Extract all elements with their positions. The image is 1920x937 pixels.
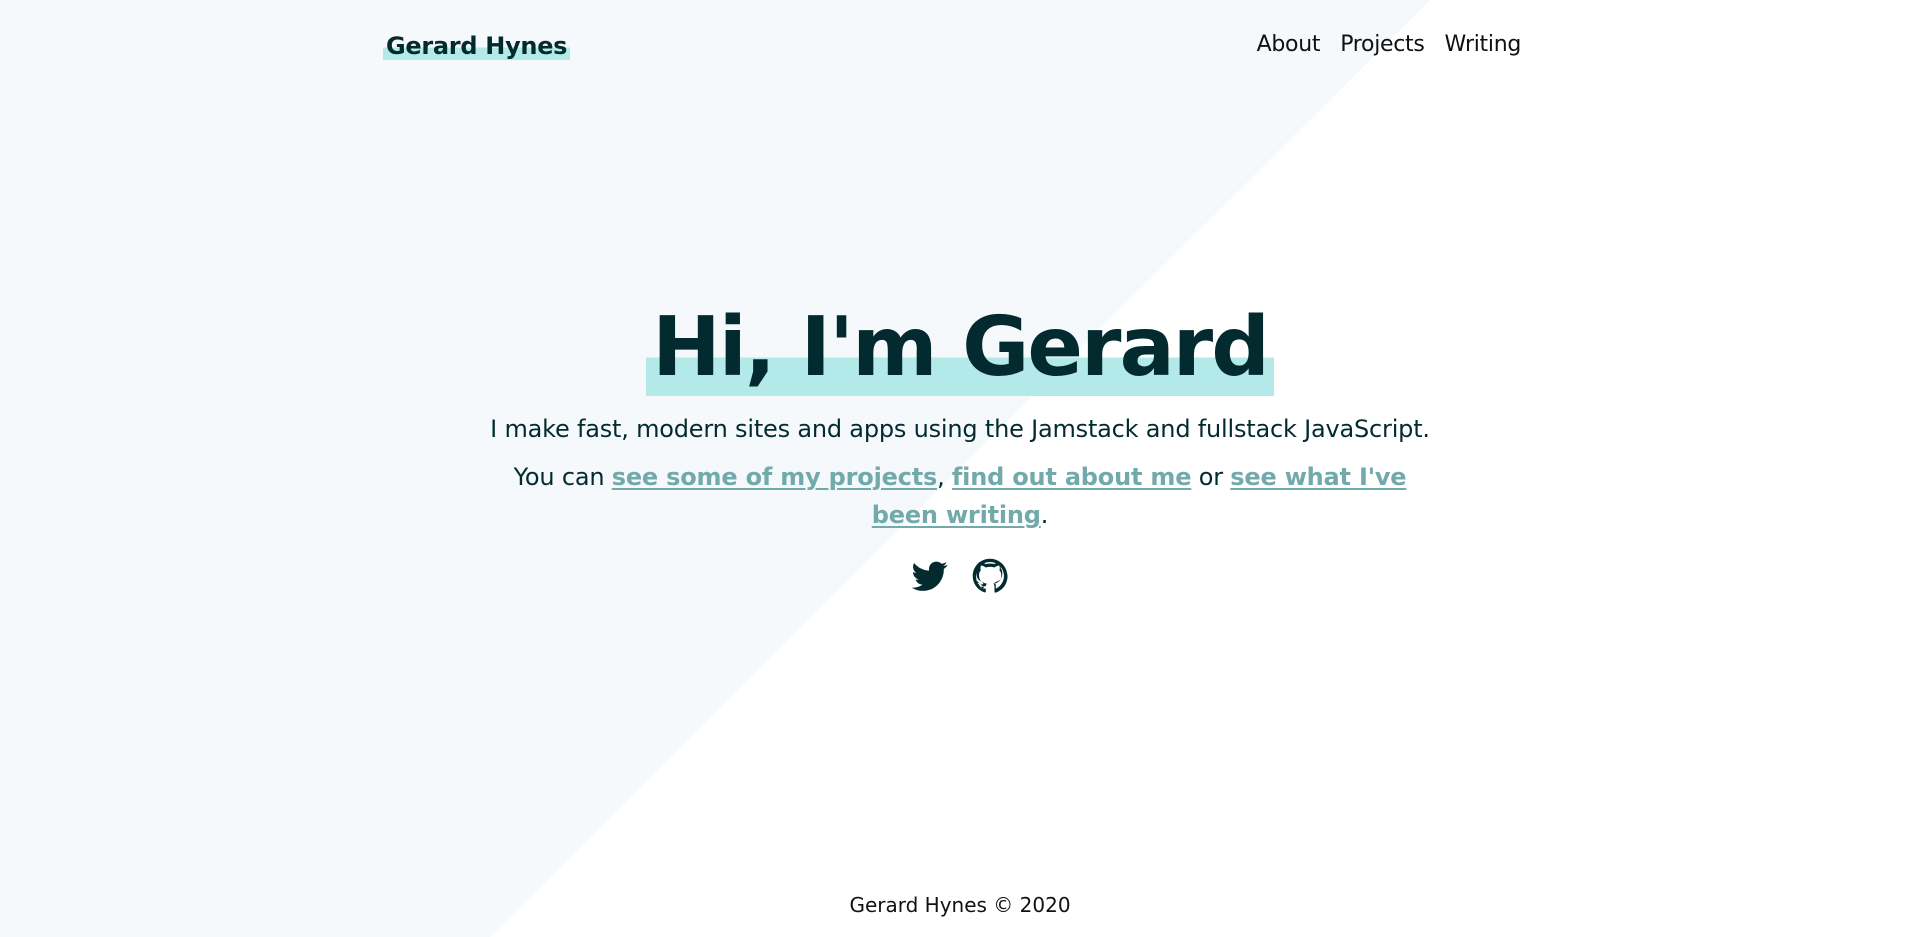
nav-projects-link[interactable]: Projects [1340,32,1425,57]
nav-writing-link[interactable]: Writing [1445,32,1522,57]
links-comma: , [937,463,952,491]
links-or: or [1191,463,1231,491]
social-links [0,558,1920,594]
nav-about-link[interactable]: About [1257,32,1321,57]
footer-copyright: Gerard Hynes © 2020 [849,893,1071,917]
projects-link[interactable]: see some of my projects [612,463,937,491]
twitter-icon [911,561,948,591]
page: Gerard Hynes About Projects Writing Hi, … [0,0,1920,937]
github-icon [972,558,1008,593]
about-link[interactable]: find out about me [952,463,1192,491]
github-link[interactable] [972,558,1008,594]
hero-section: Hi, I'm Gerard I make fast, modern sites… [0,300,1920,594]
main-nav: About Projects Writing [1257,32,1522,57]
brand-logo-link[interactable]: Gerard Hynes [383,32,571,60]
hero-links-sentence: You can see some of my projects, find ou… [500,458,1420,534]
twitter-link[interactable] [911,558,948,594]
site-footer: Gerard Hynes © 2020 [0,893,1920,917]
site-header: Gerard Hynes About Projects Writing [0,0,1920,100]
links-prefix: You can [513,463,612,491]
hero-tagline: I make fast, modern sites and apps using… [490,415,1430,443]
links-suffix: . [1040,501,1049,529]
hero-title: Hi, I'm Gerard [646,300,1274,396]
